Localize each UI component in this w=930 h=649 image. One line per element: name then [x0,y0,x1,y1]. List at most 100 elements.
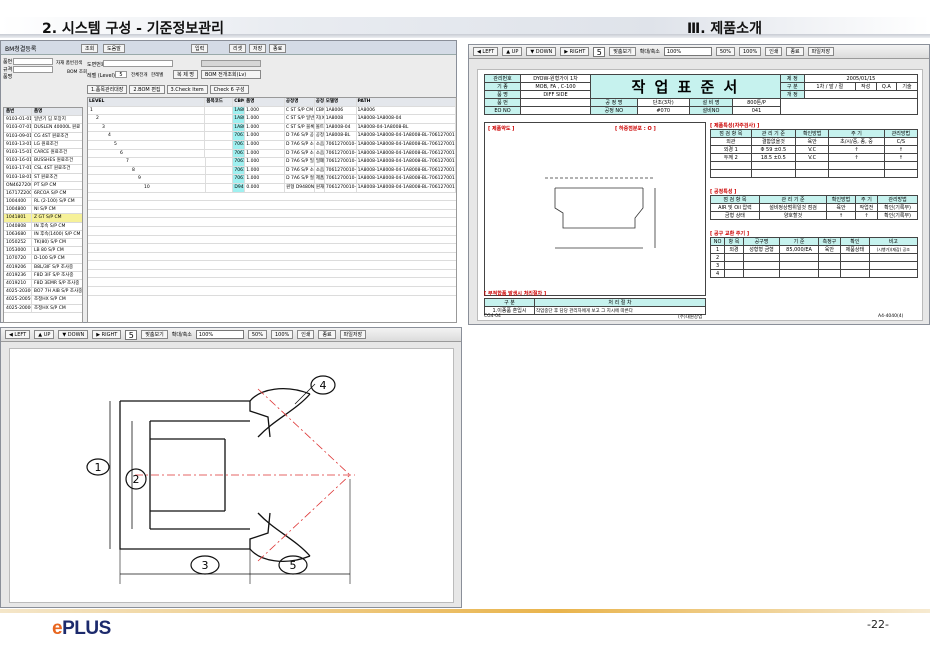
sketch-section-label: [ 제품약도 ] [488,126,515,132]
list-item[interactable]: 1053000 LB 80 S/P CM [4,247,82,256]
spec-input[interactable] [13,66,53,73]
status-field [201,60,261,67]
list-item[interactable]: 1070720 D-100 S/P CM [4,255,82,264]
list-item[interactable]: 1063680 IN 후속(1400) S/P CM [4,230,82,239]
down-button[interactable]: ▼ DOWN [526,47,557,56]
table-row[interactable]: 21A8008-041.000C ST S/P 일반지(X)공판-일반판1A80… [88,115,456,124]
down-button[interactable]: ▼ DOWN [58,330,89,339]
reset-button[interactable]: 리셋 [229,44,247,53]
list-item[interactable]: 9103-09-01-01CG 4ST 원료조건 [4,132,82,141]
zoom-select[interactable]: 100% [663,47,712,56]
page-input[interactable]: 5 [593,46,606,57]
close-button[interactable]: 종료 [269,44,287,53]
logo-text: PLUS [62,618,111,639]
print-button[interactable]: 인쇄 [765,47,783,56]
part-sketch [545,177,656,249]
zoom-select[interactable]: 100% [195,330,244,339]
left-button[interactable]: ◀ LEFT [5,330,31,339]
zoom-50-button[interactable]: 50% [247,330,267,339]
list-item[interactable]: 9103-15-01 CARCE 원료조건 [4,148,82,158]
bom-grid: LEVEL 품목코드 CBM 품명 공정명 공정 모델명 PATH 11A800… [87,97,457,323]
table-row [88,253,456,262]
app-titlebar: BM청결등록 조회 도움말 입력 리셋 저장 종료 [1,41,456,55]
expand-all-radio[interactable]: 전체전개 [131,72,148,78]
doc-footer-right: A4-4040(4) [878,314,904,319]
list-item[interactable]: 9103-18-01 ST 원료조건 [4,173,82,182]
list-item[interactable]: 1050252 TK(80) S/P CM [4,239,82,248]
page-input[interactable]: 5 [125,329,138,340]
right-button[interactable]: ▶ RIGHT [92,330,122,339]
list-item[interactable]: 4019206 B8L/3IF S/P 조사중 [4,263,82,272]
file-save-button[interactable]: 파일저장 [339,330,367,339]
bom-search-option[interactable]: BOM 조회 [67,69,87,75]
list-item[interactable]: 16717Z2000 6RCOA S/P CM [4,189,82,199]
list-item[interactable]: 4019210 F8D 3EMR S/P 조사중 [4,279,82,289]
drawing-viewer-toolbar: ◀ LEFT ▲ UP ▼ DOWN ▶ RIGHT 5 맞춤보기 확대/축소 … [1,328,461,342]
table-row [88,227,456,236]
table-row[interactable]: 57061270010-421.000D 7A6 S/P 소음(레이져)소음(레… [88,140,456,150]
list-item[interactable]: 1004800 NI S/P CM [4,206,82,215]
list-item[interactable]: 9103-07-01 DUSLEN 40000L 원료 [4,124,82,133]
zoom-label: 확대/축소 [171,332,192,338]
zoom-50-button[interactable]: 50% [715,47,735,56]
drawing-viewer: ◀ LEFT ▲ UP ▼ DOWN ▶ RIGHT 5 맞춤보기 확대/축소 … [0,327,462,608]
table-row [88,210,456,219]
abnormal-section: [ 부적합품 발생시 처리절차 ] 구 분처 리 절 차 1.이종품 혼입시 작업… [484,290,706,315]
table-row[interactable]: 87061270010-441.000D 7A6 S/P 소음(레이져)소음(레… [88,166,456,176]
list-item[interactable]: 4025-20300 BO7 7H AIB S/P 조사중 [4,288,82,297]
table-row[interactable]: 97061270010-401.000D 7A6 S/P 절단제품(절단)706… [88,175,456,184]
list-item[interactable]: 9103-17-01 CSL 4ST 원료조건 [4,165,82,174]
list-item[interactable]: 1004400 RL (2-100) S/P CM [4,198,82,207]
part-search-option[interactable]: 자재 품번검색 [56,60,82,66]
zoom-100-button[interactable]: 100% [270,330,294,339]
search-button[interactable]: 조회 [81,44,99,53]
fit-button[interactable]: 맞춤보기 [609,47,636,56]
close-viewer-button[interactable]: 종료 [318,330,336,339]
list-item[interactable]: 1040808 IN 후속 S/P CM [4,222,82,231]
fit-button[interactable]: 맞춤보기 [141,330,168,339]
list-item[interactable]: ON46272000PT S/P CM [4,181,82,190]
list-item[interactable]: 4025-20000 조정HX S/P CM [4,304,82,313]
table-row[interactable]: 11A80081.000C ST S/P CMCBM1A80061A8006 [88,106,456,116]
list-item[interactable]: 4025-20050 조정HX S/P CM [4,296,82,305]
up-button[interactable]: ▲ UP [34,330,55,339]
one-level-radio[interactable]: 한레벨 [151,72,163,78]
drawing-input[interactable] [103,60,173,67]
left-button[interactable]: ◀ LEFT [473,47,499,56]
close-viewer-button[interactable]: 종료 [786,47,804,56]
part-no-input[interactable] [13,58,53,65]
doc-viewer: ◀ LEFT ▲ UP ▼ DOWN ▶ RIGHT 5 맞춤보기 확대/축소 … [468,44,930,325]
list-item[interactable]: 9103-16-01 BUSSHES 원료조건 [4,157,82,166]
help-button[interactable]: 도움말 [103,44,125,53]
print-button[interactable]: 인쇄 [297,330,315,339]
copy-button[interactable]: 복 제 명 [173,70,198,79]
list-item[interactable]: 9103-01-01 일반기 딤 포장지 [4,116,82,125]
save-button[interactable]: 저장 [249,44,267,53]
table-row[interactable]: 10D9480N-07-30.000원형 D9480N-07-3원재706127… [88,183,456,193]
list-item[interactable]: 1041801 Z GT S/P CM [4,214,82,223]
page-number: -22- [867,618,889,631]
table-row[interactable]: 31A8008-BL1.000C ST S/P 블록볼트1A8008-041A8… [88,123,456,133]
zoom-100-button[interactable]: 100% [738,47,762,56]
doc-viewer-toolbar: ◀ LEFT ▲ UP ▼ DOWN ▶ RIGHT 5 맞춤보기 확대/축소 … [469,45,929,59]
tool-section: [ 공구 교환 주기 ] NO 항 목 공구명 기 준 측정구 확인 비고 1 외경 성형형 금… [709,230,919,278]
table-row[interactable]: 47061270010-41.000D 7A6 S/P 공정(중간)공정(중간)… [88,132,456,141]
level-input[interactable]: 5 [115,71,127,78]
table-row[interactable]: 67061270010-431.000D 7A6 S/P 소음(레이져)소음(레… [88,149,456,159]
table-row[interactable]: 77061270010-411.000D 7A6 S/P 밀폐(연기)밀폐(연기… [88,158,456,167]
input-button[interactable]: 입력 [191,44,209,53]
tab-bom-edit[interactable]: 2.BOM 편집 [129,85,165,94]
list-item[interactable]: 4019236 F8D 3IF S/P 조사중 [4,271,82,280]
up-button[interactable]: ▲ UP [502,47,523,56]
product-char-table: 점 검 항 목관 리 기 준 확인방법 주 기 관리방법 외관 결함없을것 육안 초/시/중… [710,129,919,178]
tab-check-config[interactable]: Check 6 구성 [209,85,249,94]
item-list: 품번 품명 9103-01-01 일반기 딤 포장지 9103-07-01 DUSLEN… [3,107,83,323]
right-button[interactable]: ▶ RIGHT [560,47,590,56]
bom-expand-button[interactable]: BOM 전개조회(Lv) [201,70,261,79]
tab-check-item[interactable]: 3.Check Item [166,85,208,94]
tab-item-master[interactable]: 1.품목관리대장 [87,85,128,94]
table-row [88,201,456,210]
app-title: BM청결등록 [5,46,37,53]
file-save-button[interactable]: 파일저장 [807,47,835,56]
list-item[interactable]: 9103-13-01 LG 원료조건 [4,140,82,149]
